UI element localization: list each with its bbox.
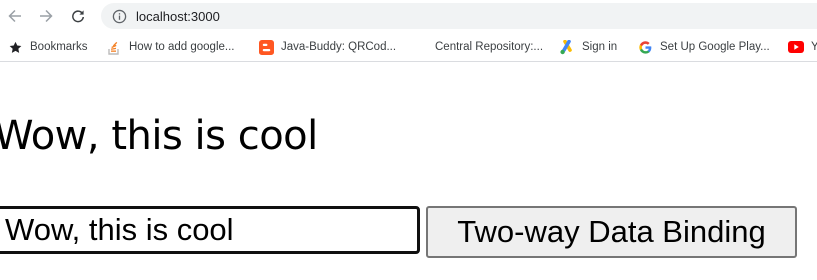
bookmark-how-to-add-google[interactable]: How to add google... — [106, 38, 235, 56]
bookmark-sign-in[interactable]: Sign in — [559, 38, 617, 56]
url-text[interactable]: localhost:3000 — [136, 9, 220, 24]
info-icon[interactable] — [111, 8, 127, 24]
back-arrow-icon — [8, 10, 21, 22]
bookmark-bookmarks[interactable]: Bookmarks — [7, 38, 88, 56]
page-heading: Wow, this is cool — [0, 113, 318, 159]
blogger-icon — [258, 39, 274, 55]
google-g-icon — [637, 39, 653, 55]
google-ads-icon — [559, 39, 575, 55]
binding-text-input[interactable] — [0, 206, 420, 254]
bookmark-label: Sign in — [582, 41, 618, 53]
bookmark-set-up-google-play[interactable]: Set Up Google Play... — [637, 38, 770, 56]
star-icon — [7, 39, 23, 55]
bookmark-java-buddy[interactable]: Java-Buddy: QRCod... — [258, 38, 396, 56]
forward-button[interactable] — [34, 4, 58, 28]
youtube-icon — [788, 39, 804, 55]
bookmark-youtube[interactable]: Y — [788, 38, 817, 56]
reload-icon — [72, 10, 85, 23]
page-content: Wow, this is cool Two-way Data Binding — [0, 62, 817, 280]
address-bar[interactable]: localhost:3000 — [101, 3, 817, 29]
reload-button[interactable] — [66, 4, 90, 28]
bookmark-label: How to add google... — [129, 41, 235, 53]
bookmark-label: Java-Buddy: QRCod... — [281, 41, 397, 53]
bookmark-label: Central Repository:... — [435, 41, 544, 53]
two-way-binding-button[interactable]: Two-way Data Binding — [426, 206, 797, 258]
forward-arrow-icon — [40, 10, 53, 22]
browser-toolbar: localhost:3000 — [0, 0, 817, 32]
browser-window: localhost:3000 Bookmarks How to add goog… — [0, 0, 817, 280]
stack-overflow-icon — [106, 39, 122, 55]
bookmark-label: Set Up Google Play... — [660, 41, 770, 53]
bookmark-central-repository[interactable]: Central Repository:... — [435, 38, 543, 56]
back-button[interactable] — [3, 4, 27, 28]
bookmark-label: Y — [811, 41, 817, 53]
bookmarks-bar: Bookmarks How to add google... Java-Budd… — [0, 33, 817, 62]
bookmark-label: Bookmarks — [30, 41, 88, 53]
